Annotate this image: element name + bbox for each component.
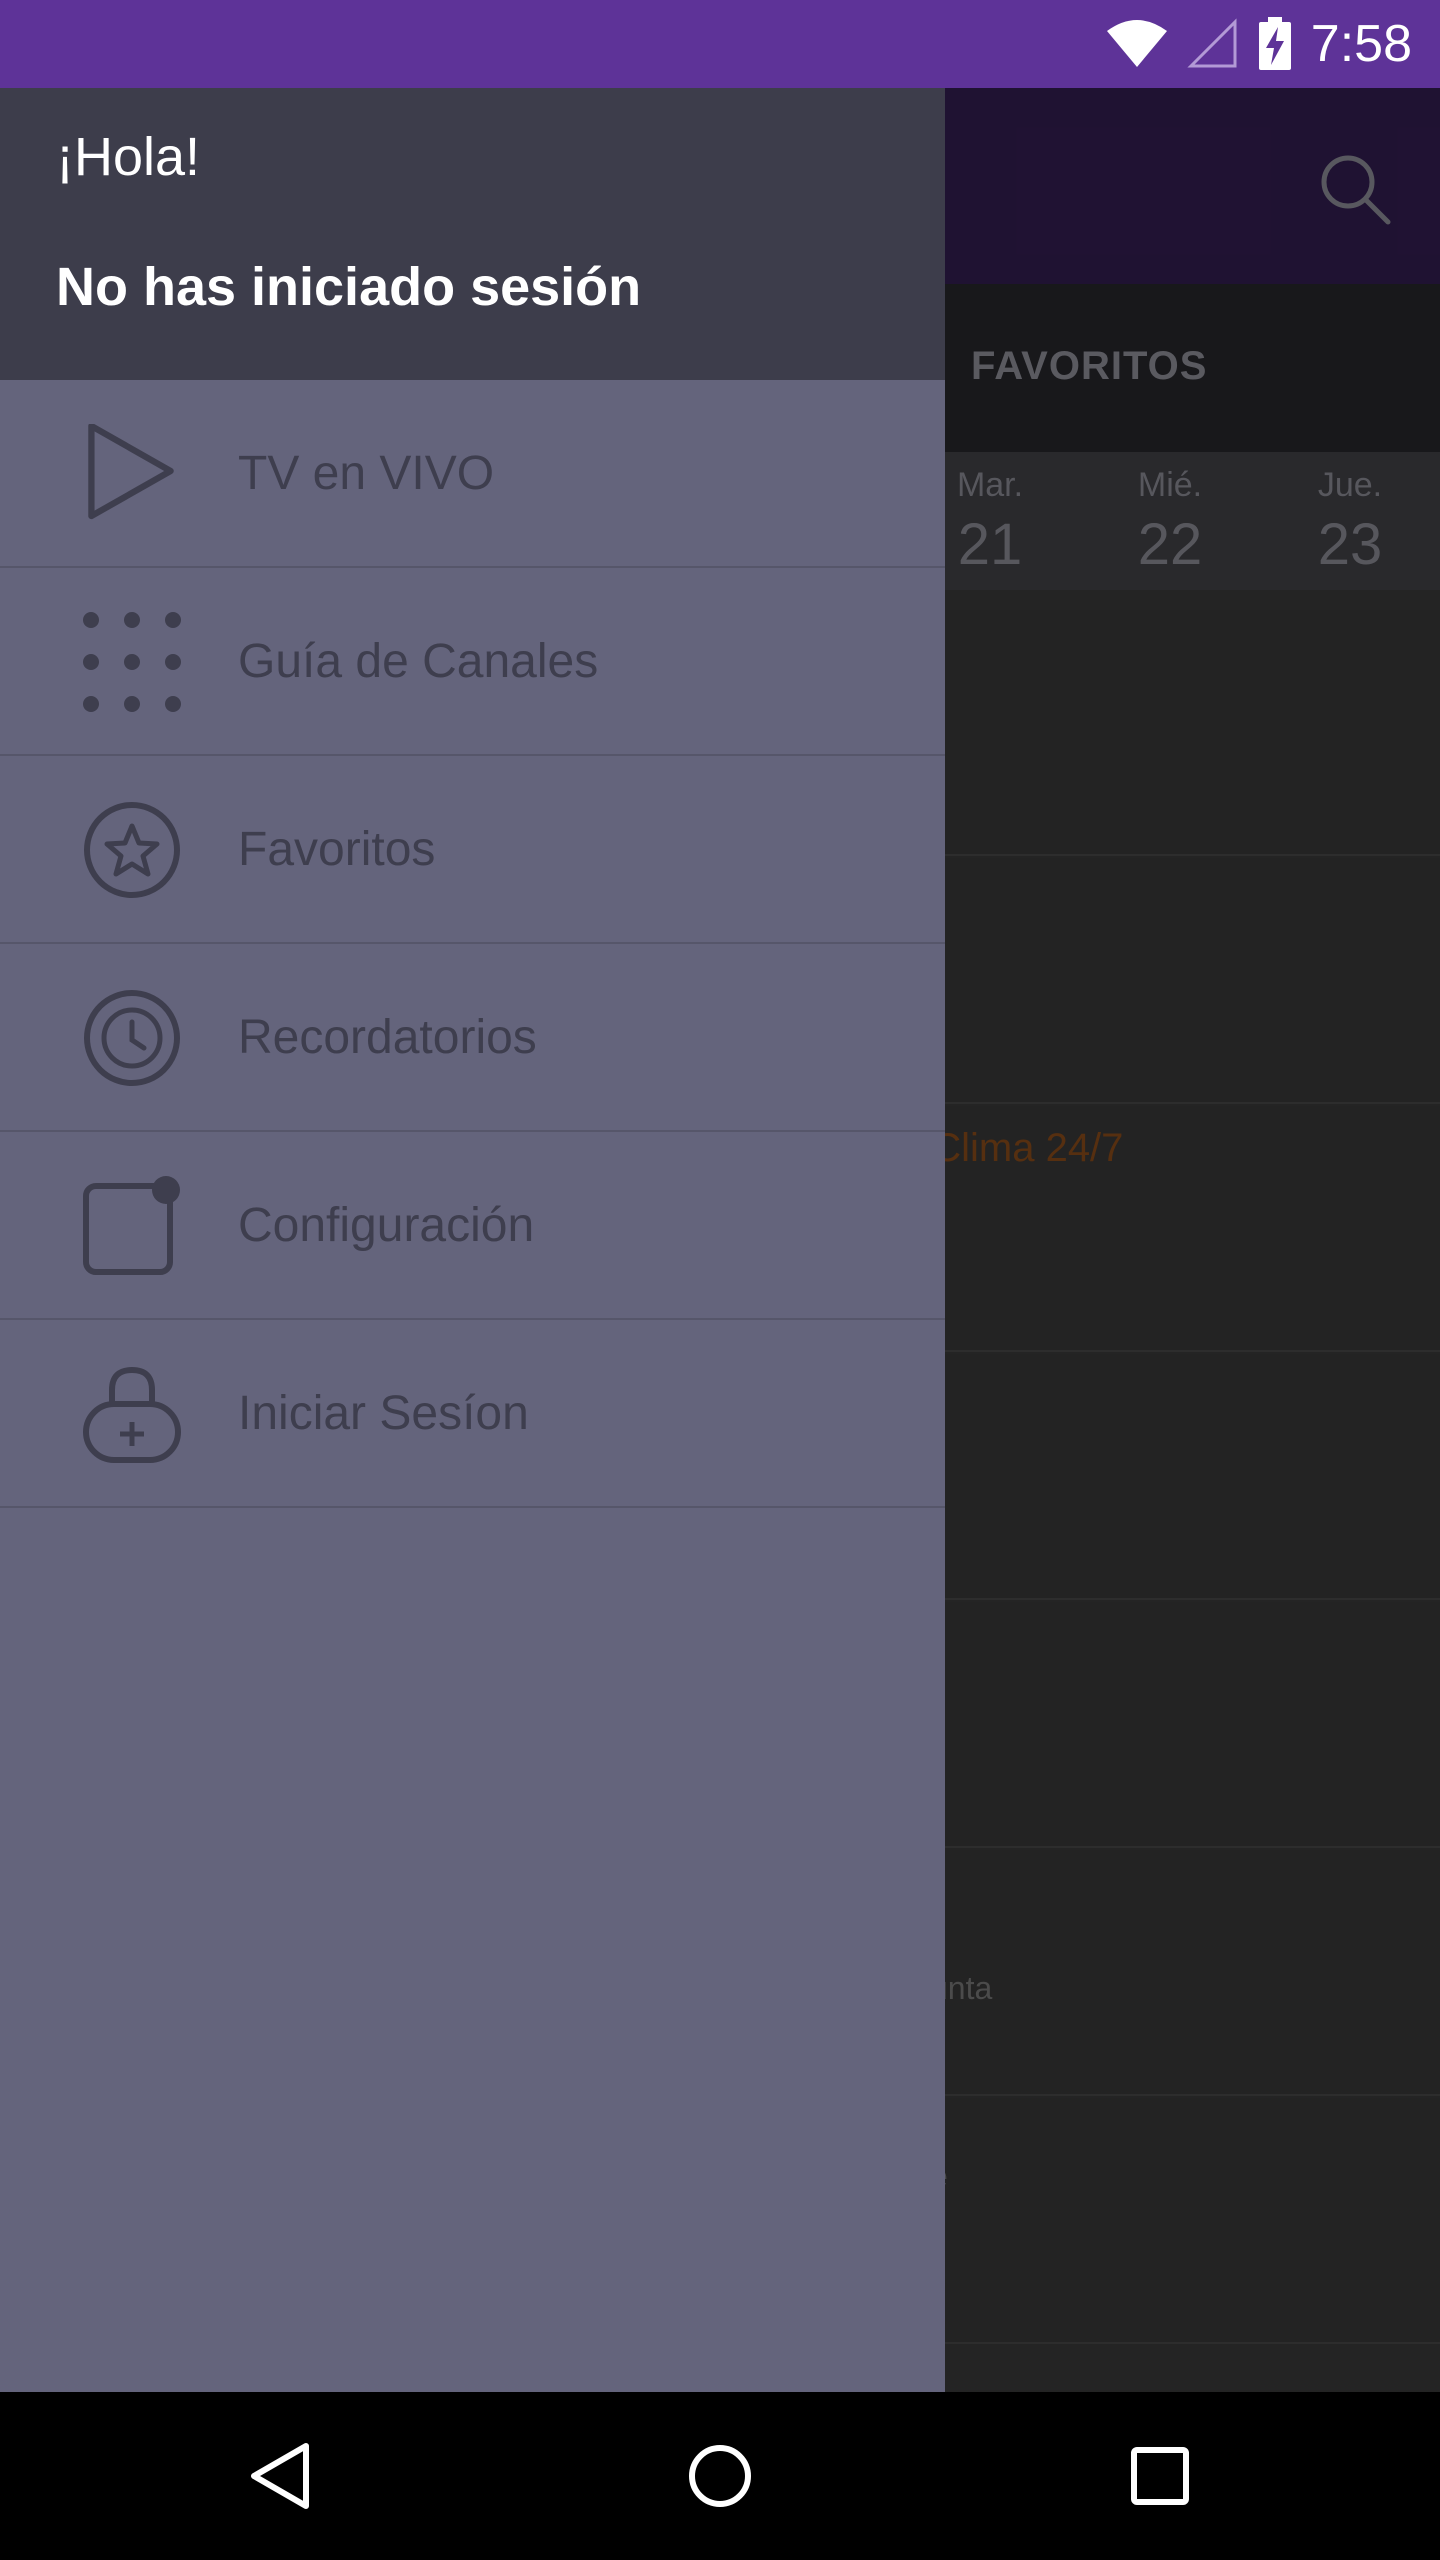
menu-label: Iniciar Sesíon: [238, 1387, 529, 1440]
cell-signal-icon: [1187, 18, 1237, 68]
back-icon[interactable]: [240, 2436, 320, 2516]
drawer-header: ¡Hola! No has iniciado sesión: [0, 88, 945, 380]
menu-label: Configuración: [238, 1199, 535, 1252]
menu-label: Favoritos: [238, 823, 436, 876]
navigation-drawer: ¡Hola! No has iniciado sesión TV en VIVO…: [0, 88, 945, 2392]
status-time: 7:58: [1310, 15, 1412, 73]
menu-item-recordatorios[interactable]: Recordatorios: [0, 944, 945, 1132]
login-status: No has iniciado sesión: [56, 257, 642, 317]
recents-icon[interactable]: [1120, 2436, 1200, 2516]
home-icon[interactable]: [680, 2436, 760, 2516]
lock-add-icon: [83, 1366, 181, 1463]
star-circle-icon: [84, 802, 180, 898]
settings-square-icon: [83, 1176, 180, 1275]
grid-dots-icon: [83, 612, 181, 712]
wifi-icon: [1106, 20, 1167, 67]
drawer-menu: TV en VIVO Guía de Canales Favoritos Rec…: [0, 380, 945, 1508]
menu-label: TV en VIVO: [238, 447, 495, 500]
menu-label: Guía de Canales: [238, 635, 599, 688]
nav-bar: [0, 2392, 1440, 2560]
status-icons: 7:58: [1105, 0, 1412, 88]
battery-charging-icon: [1258, 17, 1291, 70]
menu-item-iniciar-sesion[interactable]: Iniciar Sesíon: [0, 1320, 945, 1508]
play-icon: [88, 424, 174, 520]
menu-label: Recordatorios: [238, 1011, 537, 1064]
greeting: ¡Hola!: [56, 127, 201, 187]
status-bar: 7:58: [0, 0, 1440, 88]
clock-icon: [84, 990, 180, 1086]
menu-item-favoritos[interactable]: Favoritos: [0, 756, 945, 944]
menu-item-configuracion[interactable]: Configuración: [0, 1132, 945, 1320]
menu-item-tv-en-vivo[interactable]: TV en VIVO: [0, 380, 945, 568]
menu-item-guia-de-canales[interactable]: Guía de Canales: [0, 568, 945, 756]
